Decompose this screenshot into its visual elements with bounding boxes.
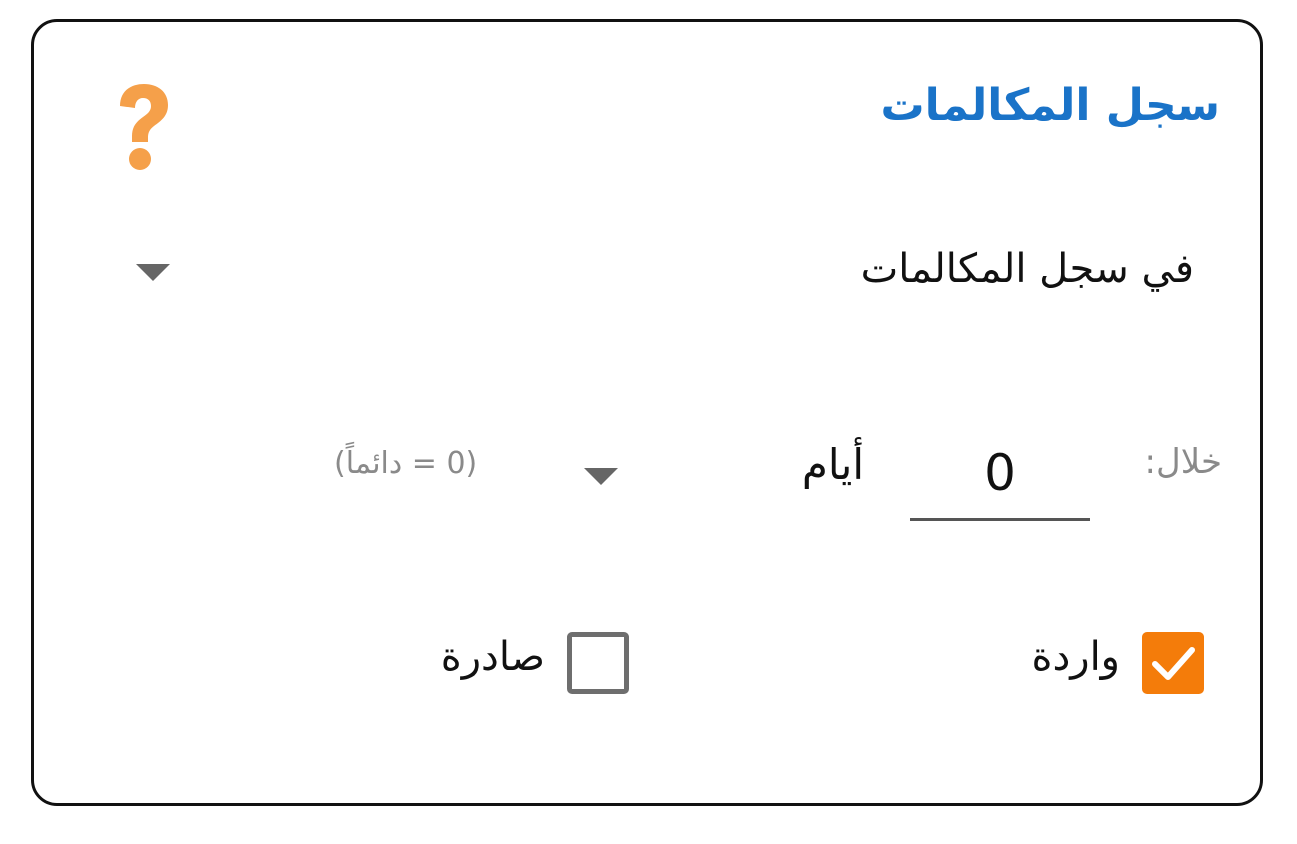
always-hint: (0 = دائماً) xyxy=(334,446,478,481)
chevron-down-icon xyxy=(136,264,170,281)
incoming-checkbox[interactable] xyxy=(1142,632,1204,694)
outgoing-checkbox[interactable] xyxy=(567,632,629,694)
unit-select-value: أيام xyxy=(801,440,864,489)
call-log-card: سجل المكالمات في سجل المكالمات خلال: أيا… xyxy=(31,19,1263,806)
incoming-label: واردة xyxy=(1031,634,1120,680)
unit-select[interactable]: أيام xyxy=(574,432,864,512)
days-input[interactable] xyxy=(910,427,1090,521)
question-mark-icon[interactable] xyxy=(112,82,172,172)
outgoing-label: صادرة xyxy=(440,634,545,680)
card-title: سجل المكالمات xyxy=(880,80,1220,131)
incoming-option[interactable]: واردة xyxy=(1024,630,1204,696)
outgoing-option[interactable]: صادرة xyxy=(429,630,629,696)
checkmark-icon xyxy=(1152,647,1195,680)
chevron-down-icon xyxy=(584,468,618,485)
source-select[interactable]: في سجل المكالمات xyxy=(134,232,1194,312)
source-select-value: في سجل المكالمات xyxy=(860,246,1194,292)
within-label: خلال: xyxy=(1144,442,1222,482)
